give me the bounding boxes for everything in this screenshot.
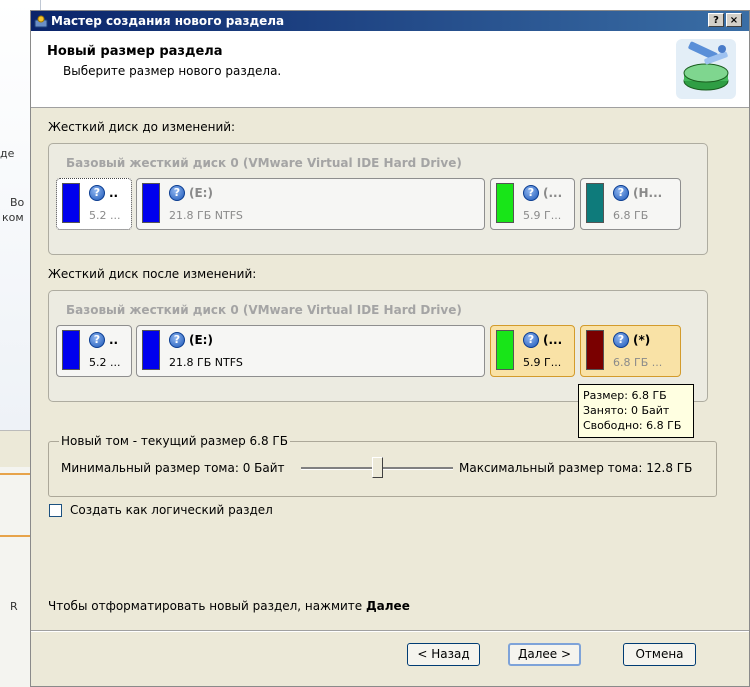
partition-size: 5.2 ... <box>89 209 121 222</box>
tooltip-size: Размер: 6.8 ГБ <box>583 389 667 402</box>
wizard-dialog: Мастер создания нового раздела ? × Новый… <box>30 10 750 687</box>
next-button[interactable]: Далее > <box>508 643 581 666</box>
question-icon: ? <box>169 332 185 348</box>
partition-color <box>142 183 160 223</box>
partition-card[interactable]: ? (E:) 21.8 ГБ NTFS <box>136 178 485 230</box>
partition-size: 5.9 Г... <box>523 356 562 369</box>
partition-card[interactable]: ? (E:) 21.8 ГБ NTFS <box>136 325 485 377</box>
question-icon: ? <box>89 185 105 201</box>
background-text: ком <box>2 211 24 224</box>
question-icon: ? <box>523 185 539 201</box>
partition-size: 6.8 ГБ <box>613 209 649 222</box>
partition-size: 5.2 ... <box>89 356 121 369</box>
partition-tooltip: Размер: 6.8 ГБ Занято: 0 Байт Свободно: … <box>578 384 694 438</box>
partition-size: 6.8 ГБ ... <box>613 356 663 369</box>
max-size-value: 12.8 ГБ <box>646 461 693 475</box>
partition-card[interactable]: ? .. 5.2 ... <box>56 178 132 230</box>
question-icon: ? <box>89 332 105 348</box>
partition-color <box>586 330 604 370</box>
partition-name: (... <box>543 333 563 347</box>
partition-card[interactable]: ? (... 5.9 Г... <box>490 178 575 230</box>
disk-wizard-icon <box>676 39 736 99</box>
max-size-label: Максимальный размер тома: 12.8 ГБ <box>459 461 693 475</box>
question-icon: ? <box>613 332 629 348</box>
tooltip-used: Занято: 0 Байт <box>583 404 670 417</box>
question-icon: ? <box>523 332 539 348</box>
wizard-app-icon <box>34 15 48 28</box>
partition-color <box>496 183 514 223</box>
partition-name: (E:) <box>189 333 213 347</box>
question-icon: ? <box>613 185 629 201</box>
partition-color <box>62 330 80 370</box>
partition-card-new[interactable]: ? (*) 6.8 ГБ ... <box>580 325 681 377</box>
before-label: Жесткий диск до изменений: <box>48 120 236 134</box>
partition-name: (... <box>543 186 563 200</box>
close-button[interactable]: × <box>726 13 742 27</box>
min-size-label: Минимальный размер тома: 0 Байт <box>61 461 285 475</box>
partition-card[interactable]: ? .. 5.2 ... <box>56 325 132 377</box>
hint-text: Чтобы отформатировать новый раздел, нажм… <box>48 599 410 613</box>
background-text: Во <box>10 196 25 209</box>
help-button[interactable]: ? <box>708 13 724 27</box>
partition-name: (*) <box>633 333 651 347</box>
partition-name: .. <box>109 333 119 347</box>
group-legend: Новый том - текущий размер 6.8 ГБ <box>59 434 290 448</box>
partition-card[interactable]: ? (... 5.9 Г... <box>490 325 575 377</box>
footer-divider <box>31 630 749 632</box>
partition-color <box>586 183 604 223</box>
question-icon: ? <box>169 185 185 201</box>
back-button[interactable]: < Назад <box>407 643 480 666</box>
cancel-button[interactable]: Отмена <box>623 643 696 666</box>
partition-size: 21.8 ГБ NTFS <box>169 356 243 369</box>
partition-name: (Н... <box>633 186 663 200</box>
background-text: R <box>10 600 18 613</box>
wizard-header: Новый размер раздела Выберите размер нов… <box>31 31 749 108</box>
disk-map-before: Базовый жесткий диск 0 (VMware Virtual I… <box>48 143 708 255</box>
partition-color <box>496 330 514 370</box>
page-subtitle: Выберите размер нового раздела. <box>63 64 282 78</box>
partition-size: 21.8 ГБ NTFS <box>169 209 243 222</box>
disk-name: Базовый жесткий диск 0 (VMware Virtual I… <box>66 156 462 170</box>
logical-partition-checkbox[interactable] <box>49 504 62 517</box>
disk-name: Базовый жесткий диск 0 (VMware Virtual I… <box>66 303 462 317</box>
partition-color <box>62 183 80 223</box>
tooltip-free: Свободно: 6.8 ГБ <box>583 419 682 432</box>
partition-card[interactable]: ? (Н... 6.8 ГБ <box>580 178 681 230</box>
size-slider-thumb[interactable] <box>372 457 383 478</box>
partition-color <box>142 330 160 370</box>
logical-partition-label[interactable]: Создать как логический раздел <box>70 503 273 517</box>
min-size-value: 0 Байт <box>242 461 285 475</box>
window-title: Мастер создания нового раздела <box>51 14 285 28</box>
partition-name: .. <box>109 186 119 200</box>
after-label: Жесткий диск после изменений: <box>48 267 257 281</box>
background-text: де <box>0 147 15 160</box>
partition-size: 5.9 Г... <box>523 209 562 222</box>
partition-name: (E:) <box>189 186 213 200</box>
title-bar[interactable]: Мастер создания нового раздела ? × <box>31 11 749 31</box>
page-title: Новый размер раздела <box>47 44 223 59</box>
